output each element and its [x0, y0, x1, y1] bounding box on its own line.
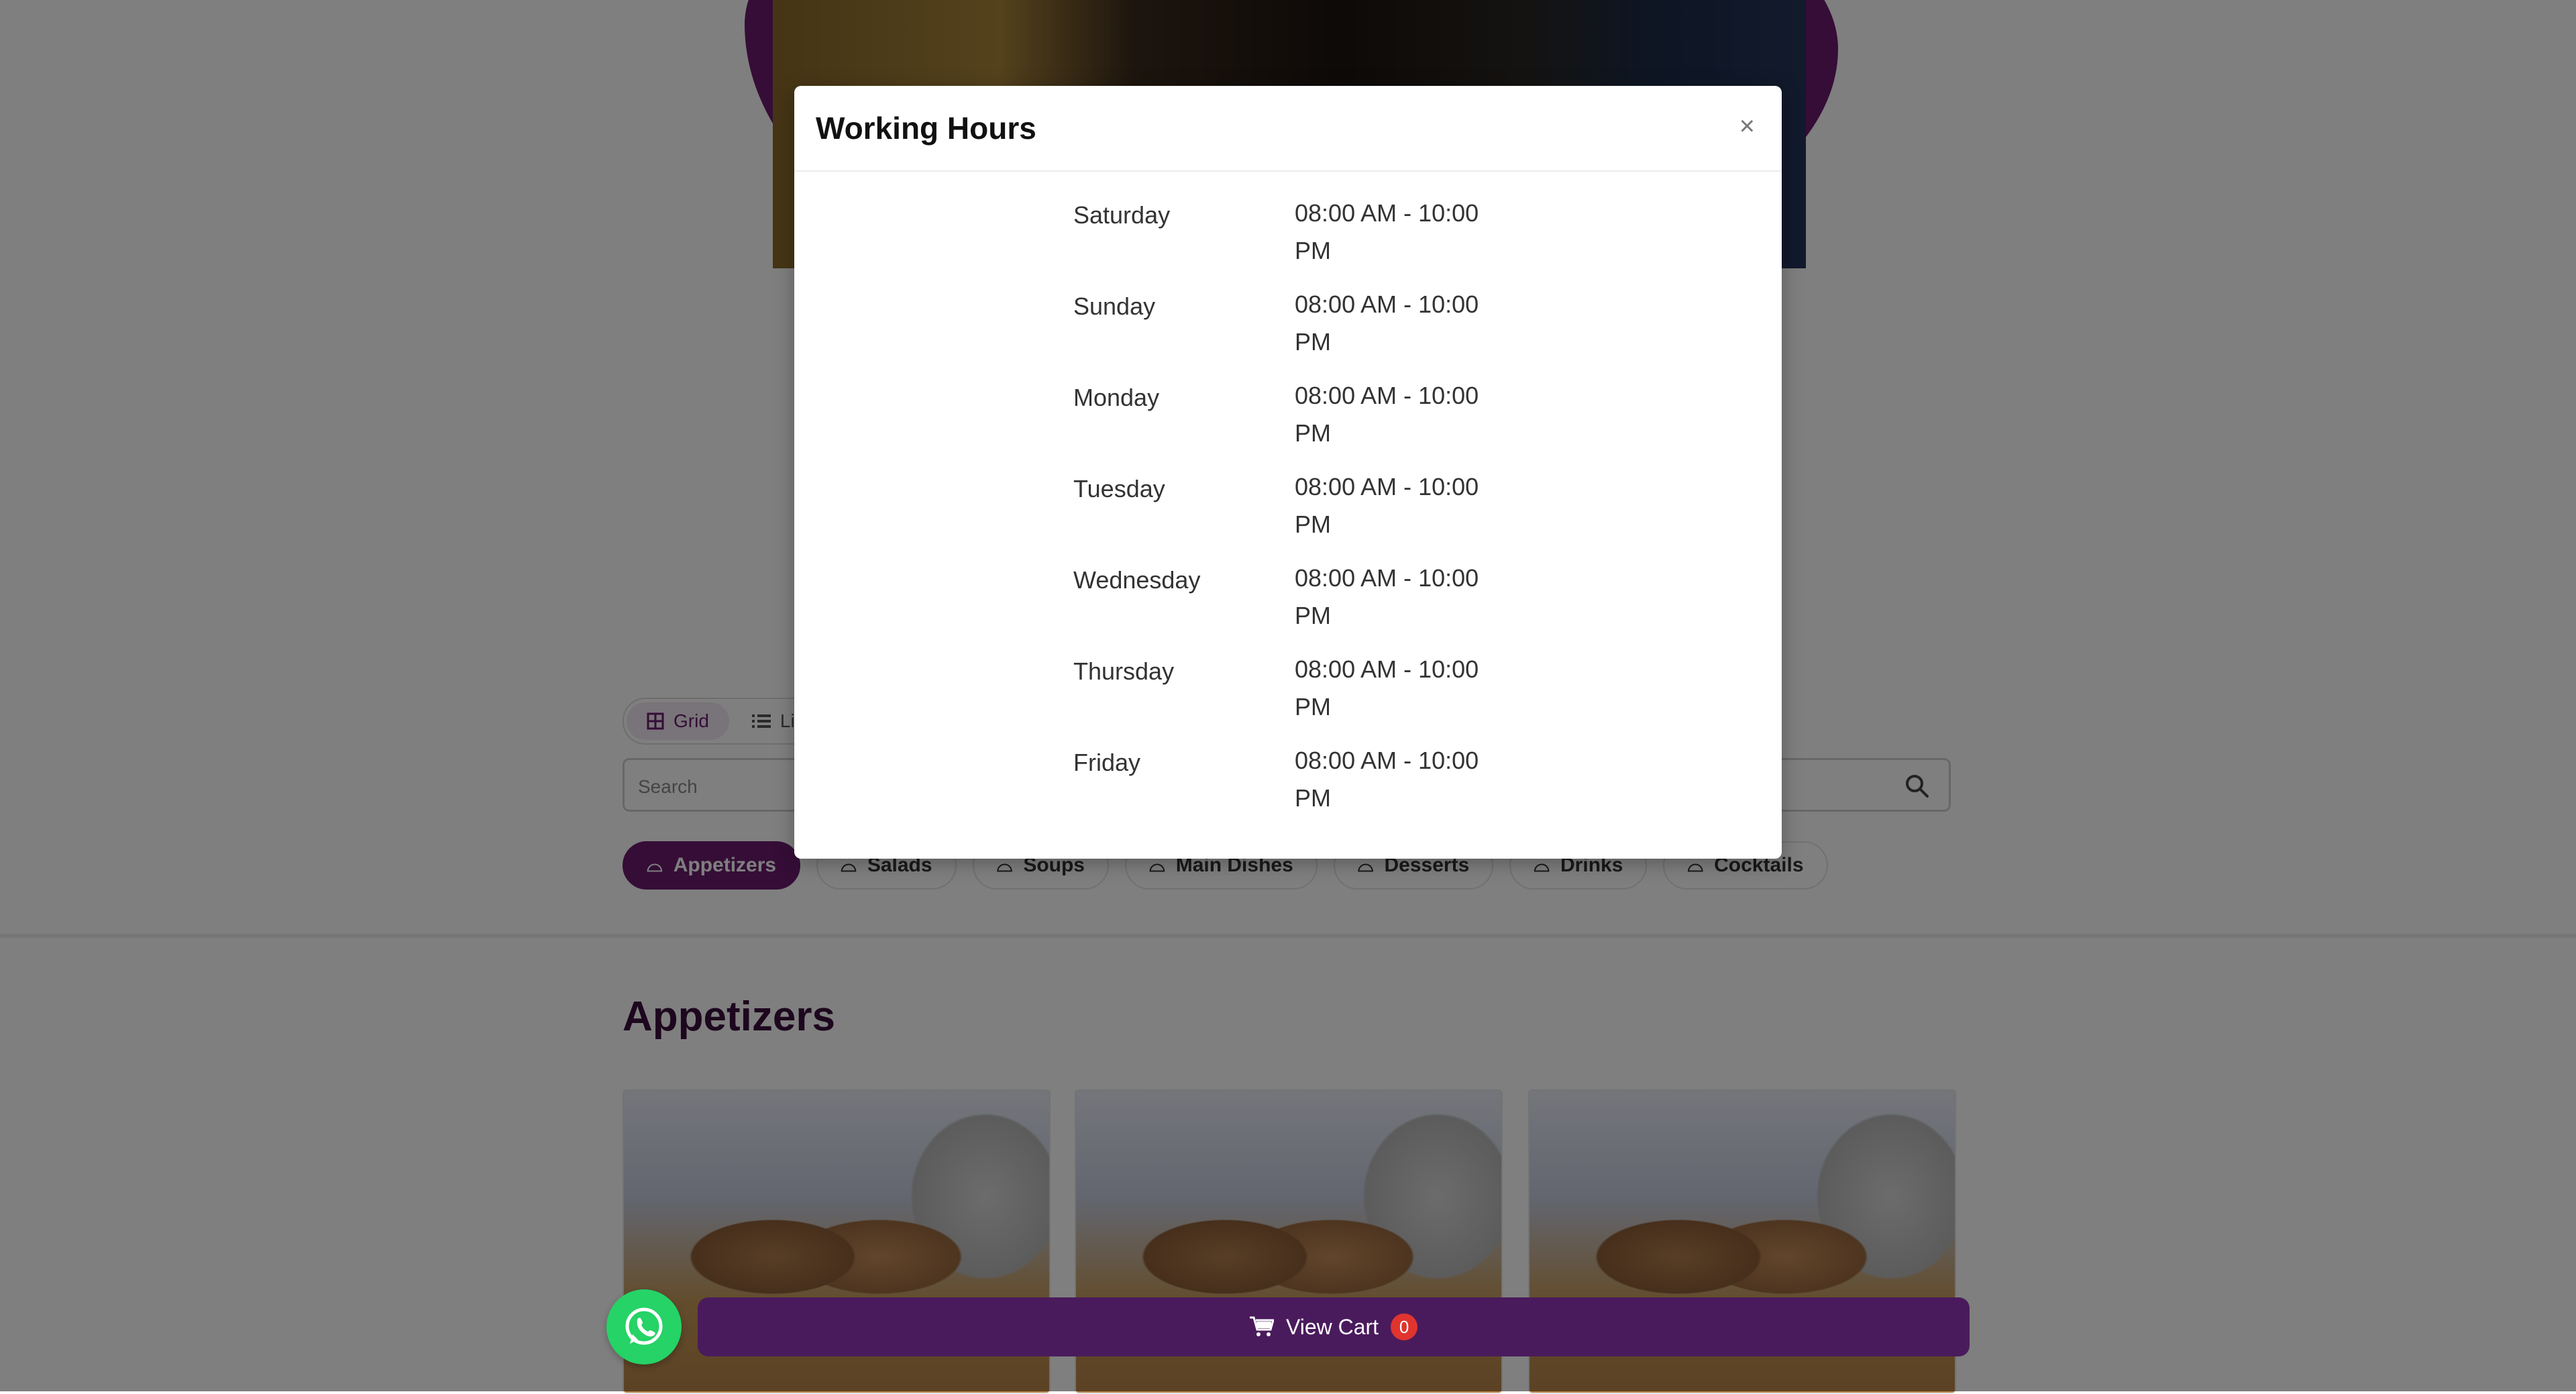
whatsapp-button[interactable]	[606, 1289, 682, 1364]
time-range: 08:00 AM - 10:00 PM	[1295, 747, 1479, 812]
view-cart-label: View Cart	[1285, 1314, 1379, 1339]
time-range: 08:00 AM - 10:00 PM	[1295, 382, 1479, 447]
cart-count-badge: 0	[1391, 1313, 1418, 1340]
modal-title: Working Hours	[816, 111, 1036, 146]
hours-row: Sunday 08:00 AM - 10:00 PM	[1073, 290, 1543, 384]
cart-icon	[1249, 1316, 1274, 1336]
close-icon[interactable]: ×	[1739, 113, 1755, 140]
time-range: 08:00 AM - 10:00 PM	[1295, 655, 1479, 720]
time-range: 08:00 AM - 10:00 PM	[1295, 290, 1479, 356]
time-range: 08:00 AM - 10:00 PM	[1295, 473, 1479, 538]
day-label: Monday	[1073, 384, 1160, 411]
hours-row: Thursday 08:00 AM - 10:00 PM	[1073, 655, 1543, 749]
hours-row: Friday 08:00 AM - 10:00 PM	[1073, 747, 1543, 840]
hours-row: Monday 08:00 AM - 10:00 PM	[1073, 382, 1543, 475]
day-label: Thursday	[1073, 657, 1175, 685]
time-range: 08:00 AM - 10:00 PM	[1295, 199, 1479, 264]
day-label: Tuesday	[1073, 475, 1165, 502]
time-range: 08:00 AM - 10:00 PM	[1295, 564, 1479, 629]
day-label: Saturday	[1073, 201, 1171, 229]
modal-header: Working Hours ×	[794, 86, 1782, 172]
day-label: Friday	[1073, 749, 1141, 776]
working-hours-modal: Working Hours × Saturday 08:00 AM - 10:0…	[794, 86, 1782, 859]
hours-row: Saturday 08:00 AM - 10:00 PM	[1073, 199, 1543, 292]
day-label: Sunday	[1073, 292, 1156, 320]
view-cart-button[interactable]: View Cart 0	[698, 1297, 1970, 1356]
whatsapp-icon	[625, 1307, 663, 1345]
hours-row: Wednesday 08:00 AM - 10:00 PM	[1073, 564, 1543, 657]
day-label: Wednesday	[1073, 566, 1201, 594]
hours-row: Tuesday 08:00 AM - 10:00 PM	[1073, 473, 1543, 566]
working-hours-list: Saturday 08:00 AM - 10:00 PM Sunday 08:0…	[1073, 199, 1543, 840]
